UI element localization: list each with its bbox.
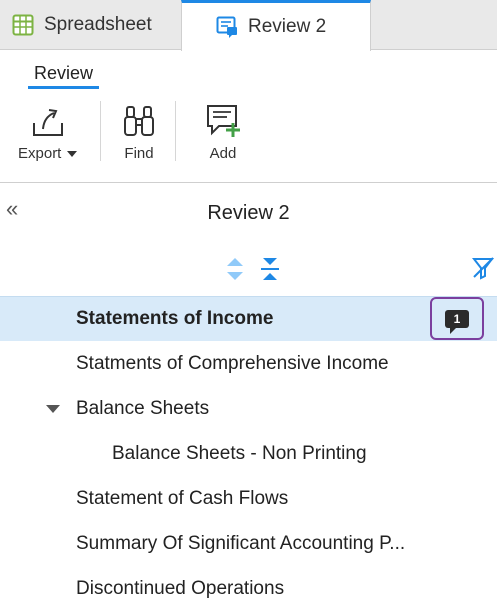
- comment-count: 1: [453, 311, 461, 326]
- tree-item-label: Statments of Comprehensive Income: [76, 352, 389, 374]
- tree-item-label: Balance Sheets: [76, 397, 210, 419]
- tab-spreadsheet[interactable]: Spreadsheet: [0, 0, 181, 50]
- ribbon-tab-review[interactable]: Review: [28, 63, 100, 89]
- collapse-all-icon[interactable]: [259, 256, 281, 282]
- panel-title: Review 2: [207, 202, 290, 224]
- binoculars-icon: [124, 106, 154, 136]
- ribbon: Review Export Find Add: [0, 51, 497, 183]
- export-icon: [32, 109, 63, 136]
- tab-review-2[interactable]: Review 2: [181, 0, 371, 51]
- tab-label: Spreadsheet: [44, 14, 152, 35]
- spreadsheet-icon: [12, 14, 34, 36]
- tree-item[interactable]: Statement of Cash Flows: [0, 476, 497, 521]
- tree-item[interactable]: Summary Of Significant Accounting P...: [0, 521, 497, 566]
- add-comment-icon: [207, 105, 240, 137]
- ribbon-divider: [100, 101, 101, 161]
- tree-item[interactable]: Discontinued Operations: [0, 566, 497, 608]
- tree-item-label: Statements of Income: [76, 308, 274, 329]
- find-button[interactable]: Find: [121, 103, 157, 162]
- export-button[interactable]: Export: [18, 103, 78, 162]
- tree-item-label: Summary Of Significant Accounting P...: [76, 532, 406, 554]
- tree-item[interactable]: Statments of Comprehensive Income: [0, 341, 497, 386]
- find-label: Find: [124, 145, 154, 162]
- chevron-down-icon: [67, 150, 78, 157]
- tree-item-balance-sheets[interactable]: Balance Sheets: [0, 386, 497, 431]
- review-icon: [216, 16, 238, 38]
- filter-icon[interactable]: [472, 256, 494, 280]
- add-comment-button[interactable]: Add: [205, 103, 241, 162]
- tree-item-label: Statement of Cash Flows: [76, 487, 289, 509]
- tree-item-child[interactable]: Balance Sheets - Non Printing: [0, 431, 497, 476]
- comment-badge-icon: 1: [445, 309, 469, 334]
- tree-item-statements-of-income[interactable]: Statements of Income: [0, 296, 497, 341]
- comment-count-button[interactable]: 1: [430, 297, 484, 340]
- add-label: Add: [209, 145, 237, 162]
- tree-item-label: Balance Sheets - Non Printing: [112, 442, 367, 464]
- tree-item-label: Discontinued Operations: [76, 577, 285, 599]
- export-label: Export: [18, 145, 62, 162]
- expand-all-icon[interactable]: [224, 256, 246, 282]
- caret-down-icon[interactable]: [46, 405, 60, 413]
- ribbon-divider: [175, 101, 176, 161]
- document-tab-bar: Spreadsheet Review 2: [0, 0, 497, 51]
- tab-label: Review 2: [248, 16, 327, 37]
